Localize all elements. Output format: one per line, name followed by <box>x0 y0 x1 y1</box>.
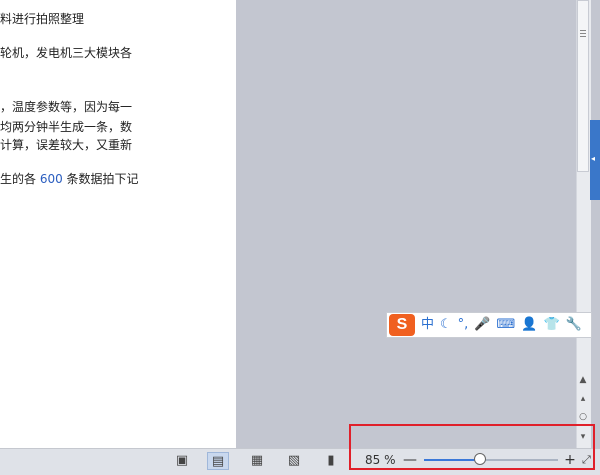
outline-view-icon[interactable]: ▦ <box>246 452 268 470</box>
page-view-icon[interactable]: ▤ <box>207 452 229 470</box>
side-panel-toggle[interactable]: ◂ <box>590 120 600 200</box>
doc-line-6-pre: 生的各 <box>0 172 40 186</box>
scroll-down-arrow-icon[interactable]: ▲ <box>577 373 589 387</box>
fullscreen-icon[interactable]: ⤢ <box>582 452 591 468</box>
zoom-out-button[interactable]: — <box>403 450 417 470</box>
doc-line-1: 料进行拍照整理 <box>0 12 85 26</box>
thumb-grip-line <box>580 30 586 31</box>
doc-line-4: 均两分钟半生成一条，数 <box>0 120 133 134</box>
thumb-grip-line <box>580 33 586 34</box>
chevron-left-icon: ◂ <box>591 154 596 163</box>
doc-line-6: 生的各 600 条数据拍下记 <box>0 172 139 186</box>
doc-line-6-number: 600 <box>39 172 63 186</box>
chinese-mode-button[interactable]: 中 <box>421 314 434 336</box>
keyboard-icon[interactable]: ⌨ <box>497 314 516 336</box>
document-page[interactable]: 料进行拍照整理 轮机，发电机三大模块各 ，温度参数等，因为每一 均两分钟半生成一… <box>0 0 236 448</box>
wrench-icon[interactable]: 🔧 <box>566 314 582 336</box>
previous-page-icon[interactable]: ▴ <box>577 392 589 406</box>
doc-line-5: 计算，误差较大，又重新 <box>0 138 133 152</box>
sogou-logo-icon[interactable]: S <box>389 314 415 336</box>
web-view-icon[interactable]: ▧ <box>283 452 305 470</box>
read-mode-icon[interactable]: ▮ <box>320 452 342 470</box>
browse-object-icon[interactable]: ○ <box>577 410 589 424</box>
workspace-background <box>236 0 576 448</box>
user-icon[interactable]: 👤 <box>521 314 537 336</box>
skin-shirt-icon[interactable]: 👕 <box>543 314 559 336</box>
doc-line-3: ，温度参数等，因为每一 <box>0 100 133 114</box>
next-page-icon[interactable]: ▾ <box>577 430 589 444</box>
punctuation-icon[interactable]: °, <box>458 314 469 336</box>
doc-line-6-post: 条数据拍下记 <box>62 172 139 186</box>
fit-page-icon[interactable]: ▣ <box>171 452 193 470</box>
microphone-icon[interactable]: 🎤 <box>474 314 490 336</box>
zoom-level[interactable]: 85 % <box>365 451 396 469</box>
zoom-in-button[interactable]: + <box>563 450 577 470</box>
thumb-grip-line <box>580 36 586 37</box>
ime-toolbar[interactable]: S 中 ☾ °, 🎤 ⌨ 👤 👕 🔧 <box>386 312 592 338</box>
scrollbar-thumb[interactable] <box>577 0 589 172</box>
moon-icon[interactable]: ☾ <box>440 314 452 336</box>
doc-line-2: 轮机，发电机三大模块各 <box>0 46 133 60</box>
zoom-slider-fill <box>424 459 480 461</box>
zoom-slider-thumb[interactable] <box>473 453 486 465</box>
